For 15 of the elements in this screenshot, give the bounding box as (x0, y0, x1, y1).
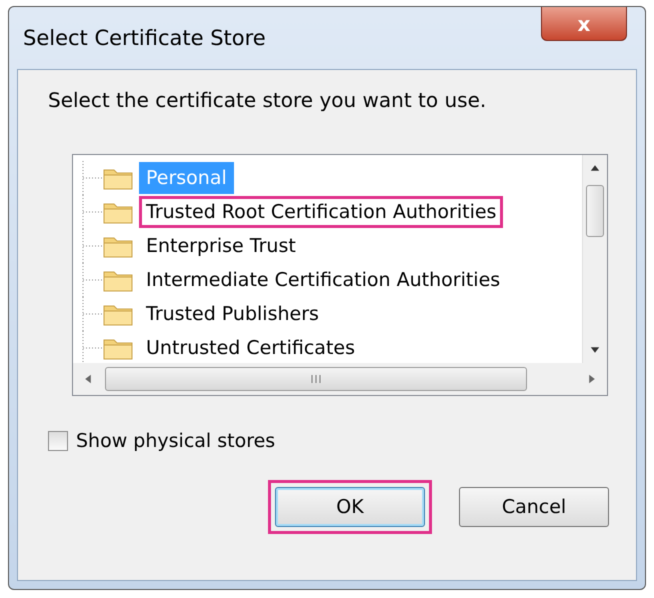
vertical-scrollbar[interactable] (582, 155, 607, 363)
checkbox[interactable] (48, 431, 68, 451)
grip-icon[interactable] (309, 374, 323, 384)
store-item[interactable]: Trusted Publishers (139, 298, 326, 330)
scroll-thumb[interactable] (586, 185, 604, 237)
ok-button[interactable]: OK (275, 487, 425, 527)
cancel-button[interactable]: Cancel (459, 487, 609, 527)
horizontal-scrollbar[interactable] (73, 363, 607, 395)
checkbox-label: Show physical stores (76, 430, 276, 452)
instruction-text: Select the certificate store you want to use. (48, 88, 488, 112)
store-item[interactable]: Trusted Root Certification Authorities (139, 196, 504, 228)
store-item[interactable]: Untrusted Certificates (139, 332, 362, 363)
store-item[interactable]: Enterprise Trust (139, 230, 303, 262)
store-item[interactable]: Intermediate Certification Authorities (139, 264, 508, 296)
window-title: Select Certificate Store (22, 26, 266, 50)
